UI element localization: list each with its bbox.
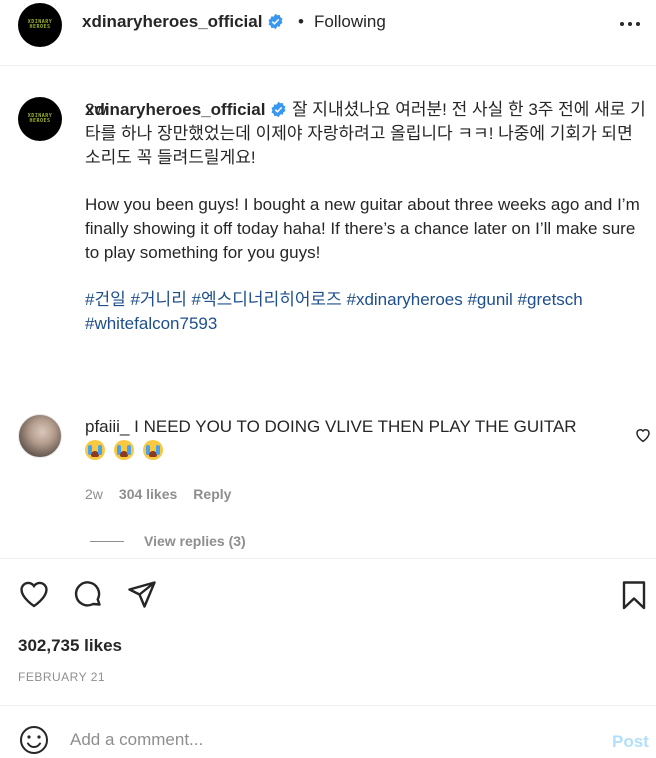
caption-username[interactable]: xdinaryheroes_official bbox=[85, 100, 265, 119]
header-separator: • bbox=[298, 12, 304, 31]
heart-icon[interactable] bbox=[18, 579, 50, 611]
loudly-crying-face-icon bbox=[85, 440, 105, 460]
commenter-avatar[interactable] bbox=[18, 414, 62, 458]
view-replies-button[interactable]: View replies (3) bbox=[90, 533, 246, 549]
comment-input[interactable] bbox=[70, 724, 590, 756]
avatar-logo-text: XDINARY HEROES bbox=[27, 19, 53, 30]
caption-timestamp: 2w bbox=[85, 100, 107, 119]
loudly-crying-face-icon bbox=[114, 440, 134, 460]
header-username[interactable]: xdinaryheroes_official bbox=[82, 12, 284, 32]
reply-button[interactable]: Reply bbox=[193, 486, 231, 502]
comment-meta: 2w 304 likes Reply bbox=[85, 486, 231, 502]
comment-like-heart-icon[interactable] bbox=[634, 426, 652, 444]
header-username-text[interactable]: xdinaryheroes_official bbox=[82, 12, 262, 31]
verified-badge-icon bbox=[271, 101, 286, 118]
comment-icon[interactable] bbox=[72, 579, 104, 611]
bookmark-icon[interactable] bbox=[618, 579, 650, 611]
comment-username[interactable]: pfaiii_ bbox=[85, 417, 129, 436]
comment: pfaiii_ I NEED YOU TO DOING VLIVE THEN P… bbox=[85, 415, 605, 463]
following-button[interactable]: Following bbox=[314, 12, 386, 32]
comment-body: I NEED YOU TO DOING VLIVE THEN PLAY THE … bbox=[134, 417, 577, 436]
more-options-icon[interactable] bbox=[620, 22, 644, 28]
caption-avatar[interactable]: XDINARY HEROES bbox=[18, 97, 62, 141]
profile-avatar[interactable]: XDINARY HEROES bbox=[18, 3, 62, 47]
caption-english-text: How you been guys! I bought a new guitar… bbox=[85, 195, 640, 262]
post-date[interactable]: FEBRUARY 21 bbox=[18, 670, 105, 684]
verified-badge-icon bbox=[268, 13, 283, 30]
post-likes-count[interactable]: 302,735 likes bbox=[18, 636, 122, 656]
smile-icon[interactable] bbox=[18, 724, 50, 756]
add-comment-bar: Post bbox=[0, 705, 656, 758]
post-caption: xdinaryheroes_official 잘 지내셨나요 여러분! 전 사실… bbox=[85, 98, 651, 336]
caption-korean-text: xdinaryheroes_official 잘 지내셨나요 여러분! 전 사실… bbox=[85, 98, 651, 170]
share-icon[interactable] bbox=[126, 579, 158, 611]
comment-timestamp: 2w bbox=[85, 486, 103, 502]
comment-likes[interactable]: 304 likes bbox=[119, 486, 177, 502]
caption-hashtags[interactable]: #건일 #거니리 #엑스디너리히어로즈 #xdinaryheroes #guni… bbox=[85, 288, 651, 336]
post-button[interactable]: Post bbox=[612, 732, 649, 752]
caption-avatar-logo-text: XDINARY HEROES bbox=[27, 113, 53, 124]
view-replies-label[interactable]: View replies (3) bbox=[144, 533, 246, 549]
post-header: XDINARY HEROES xdinaryheroes_official • … bbox=[0, 0, 656, 66]
post-actions bbox=[0, 558, 656, 708]
loudly-crying-face-icon bbox=[143, 440, 163, 460]
replies-divider bbox=[90, 540, 124, 542]
